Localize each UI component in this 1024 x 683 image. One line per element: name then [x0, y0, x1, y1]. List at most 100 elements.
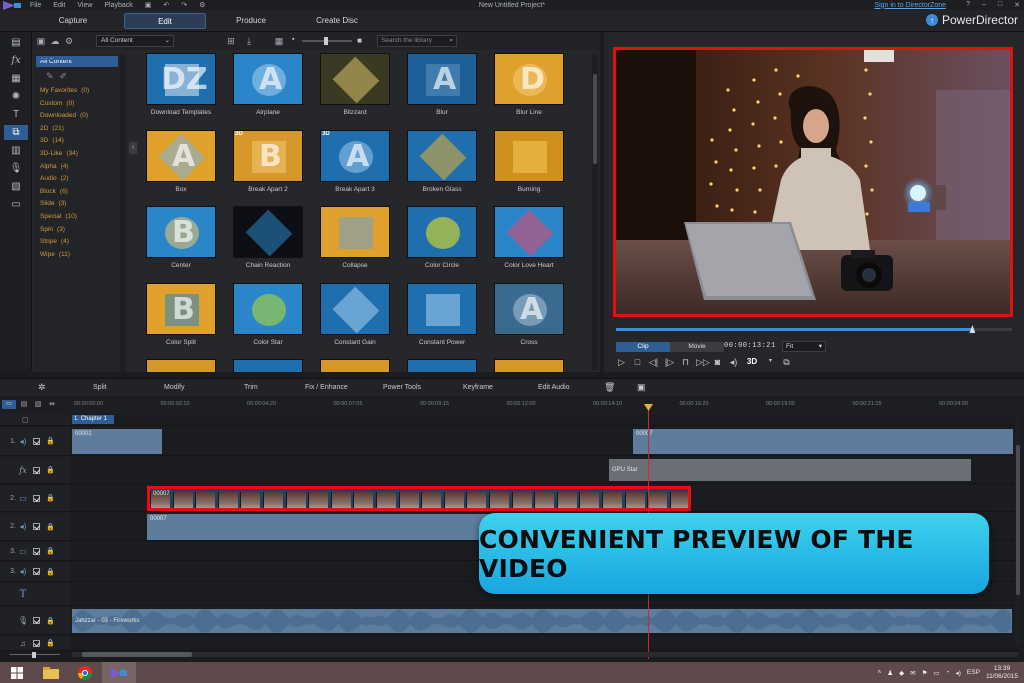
- maximize-button[interactable]: □: [998, 1, 1002, 9]
- stop-icon[interactable]: □: [632, 357, 643, 368]
- category-item[interactable]: Downloaded (0): [34, 110, 126, 123]
- category-item[interactable]: Special (10): [34, 211, 126, 224]
- timeline-zoom-slider[interactable]: [2, 652, 70, 658]
- modify-button[interactable]: Modify: [164, 384, 185, 391]
- trim-button[interactable]: Trim: [244, 384, 258, 391]
- transition-thumbnail[interactable]: A: [146, 129, 216, 182]
- preview-seek-bar[interactable]: [616, 325, 1012, 333]
- collapse-panel-button[interactable]: ‹: [129, 142, 137, 154]
- lock-icon[interactable]: 🔒: [46, 639, 55, 647]
- volume-icon[interactable]: ◂): [728, 357, 739, 368]
- category-scrollbar[interactable]: [120, 54, 126, 372]
- clock[interactable]: 13:39 11/06/2015: [986, 665, 1018, 681]
- transition-thumbnail[interactable]: [233, 206, 303, 258]
- category-item[interactable]: Audio (2): [34, 173, 126, 186]
- transition-thumbnail[interactable]: [233, 282, 303, 335]
- transition-thumbnail[interactable]: [407, 129, 477, 182]
- menu-view[interactable]: View: [71, 2, 98, 9]
- add-tag-icon[interactable]: ✎: [46, 71, 54, 82]
- menu-playback[interactable]: Playback: [98, 2, 138, 9]
- track-manager-icon[interactable]: ▧: [32, 400, 44, 409]
- snapshot-icon[interactable]: ◙: [712, 357, 723, 368]
- category-item[interactable]: 3D-Like (34): [34, 148, 126, 161]
- lock-icon[interactable]: 🔒: [46, 568, 55, 576]
- delete-icon[interactable]: 🗑: [604, 382, 615, 393]
- transition-thumbnail[interactable]: A: [233, 53, 303, 105]
- keyframe-button[interactable]: Keyframe: [463, 384, 493, 391]
- voiceover-room-icon[interactable]: 🎙: [4, 161, 28, 176]
- close-button[interactable]: ✕: [1014, 1, 1020, 9]
- media-room-icon[interactable]: ▤: [4, 35, 28, 50]
- transition-thumbnail[interactable]: [407, 359, 477, 372]
- magic-tools-icon[interactable]: ✲: [38, 382, 46, 393]
- pip-room-icon[interactable]: ▦: [4, 71, 28, 86]
- library-scrollbar[interactable]: [592, 54, 598, 370]
- menu-edit[interactable]: Edit: [47, 2, 71, 9]
- transition-thumbnail[interactable]: [320, 282, 390, 335]
- remove-tag-icon[interactable]: ✐: [60, 71, 68, 82]
- audio-clip[interactable]: 00007: [633, 429, 1013, 454]
- category-item[interactable]: Custom (0): [34, 98, 126, 111]
- transition-thumbnail[interactable]: [233, 359, 303, 372]
- import-icon[interactable]: ▣: [34, 35, 48, 47]
- tab-movie[interactable]: Movie: [670, 342, 724, 352]
- category-item[interactable]: Stripe (4): [34, 236, 126, 249]
- category-item[interactable]: My Favorites (0): [34, 85, 126, 98]
- add-icon[interactable]: ⊞: [224, 35, 238, 47]
- subtitle-room-icon[interactable]: ▭: [4, 197, 28, 212]
- lock-icon[interactable]: 🔒: [46, 466, 55, 474]
- lock-icon[interactable]: 🔒: [46, 437, 55, 445]
- more-tools-icon[interactable]: ▣: [637, 382, 646, 393]
- windows-start-icon[interactable]: [0, 662, 34, 683]
- transition-thumbnail[interactable]: [494, 206, 564, 258]
- category-item[interactable]: Spin (3): [34, 224, 126, 237]
- storyboard-view-icon[interactable]: ▤: [18, 400, 30, 409]
- grid-view-icon[interactable]: ▦: [272, 35, 286, 47]
- transition-room-icon[interactable]: ⧉: [4, 125, 28, 140]
- transition-thumbnail[interactable]: B 3D: [233, 129, 303, 182]
- tab-edit[interactable]: Edit: [124, 13, 206, 29]
- sign-in-link[interactable]: Sign in to DirectorZone: [874, 2, 946, 9]
- particle-room-icon[interactable]: ✺: [4, 89, 28, 104]
- settings-icon[interactable]: ⚙: [193, 1, 211, 9]
- download-icon[interactable]: ⤓: [242, 35, 256, 47]
- notification-icon[interactable]: ✉: [910, 669, 915, 677]
- track-enable-checkbox[interactable]: [33, 568, 40, 575]
- chapter-room-icon[interactable]: ▧: [4, 179, 28, 194]
- content-filter-dropdown[interactable]: All Content ⌄: [96, 35, 174, 47]
- minimize-button[interactable]: –: [982, 1, 986, 9]
- tab-produce[interactable]: Produce: [218, 13, 284, 29]
- video-clip[interactable]: 00007: [147, 486, 691, 511]
- timecode-display[interactable]: 00:00:13:21: [724, 342, 776, 350]
- chapter-icon[interactable]: ▢: [22, 416, 29, 424]
- lock-icon[interactable]: 🔒: [46, 547, 55, 555]
- lock-icon[interactable]: 🔒: [46, 617, 55, 625]
- prev-frame-icon[interactable]: ◁|: [648, 357, 659, 368]
- volume-tray-icon[interactable]: ◂): [955, 669, 960, 677]
- transition-thumbnail[interactable]: A: [494, 282, 564, 335]
- transition-thumbnail[interactable]: [146, 359, 216, 372]
- transition-thumbnail[interactable]: DZ: [146, 53, 216, 105]
- fx-room-icon[interactable]: fx: [4, 53, 28, 68]
- transition-thumbnail[interactable]: [494, 359, 564, 372]
- track-enable-checkbox[interactable]: [33, 547, 40, 555]
- chapter-marker[interactable]: 1. Chapter 1: [72, 415, 114, 424]
- transition-thumbnail[interactable]: [320, 359, 390, 372]
- edit-audio-button[interactable]: Edit Audio: [538, 384, 570, 391]
- undock-icon[interactable]: ⧉: [781, 357, 792, 368]
- help-button[interactable]: ?: [966, 1, 970, 9]
- tray-chevron-icon[interactable]: ˄: [877, 669, 881, 676]
- category-item[interactable]: Alpha (4): [34, 161, 126, 174]
- timeline-ruler[interactable]: ▭ ▤ ▧ ⇹ 00:00:00:00 00:00:02:10 00:00:04:2…: [0, 398, 1024, 414]
- lock-icon[interactable]: 🔒: [46, 494, 55, 502]
- transition-thumbnail[interactable]: A: [407, 53, 477, 105]
- fx-clip[interactable]: GPU Star: [609, 459, 971, 481]
- track-enable-checkbox[interactable]: [33, 437, 40, 445]
- fast-forward-icon[interactable]: ▷▷: [696, 357, 710, 368]
- track-enable-checkbox[interactable]: [33, 494, 40, 502]
- people-icon[interactable]: ♟: [887, 669, 893, 677]
- category-item[interactable]: 2D (21): [34, 123, 126, 136]
- split-button[interactable]: Split: [93, 384, 107, 391]
- transition-thumbnail[interactable]: [320, 206, 390, 258]
- chevron-down-icon[interactable]: ▾: [765, 357, 776, 368]
